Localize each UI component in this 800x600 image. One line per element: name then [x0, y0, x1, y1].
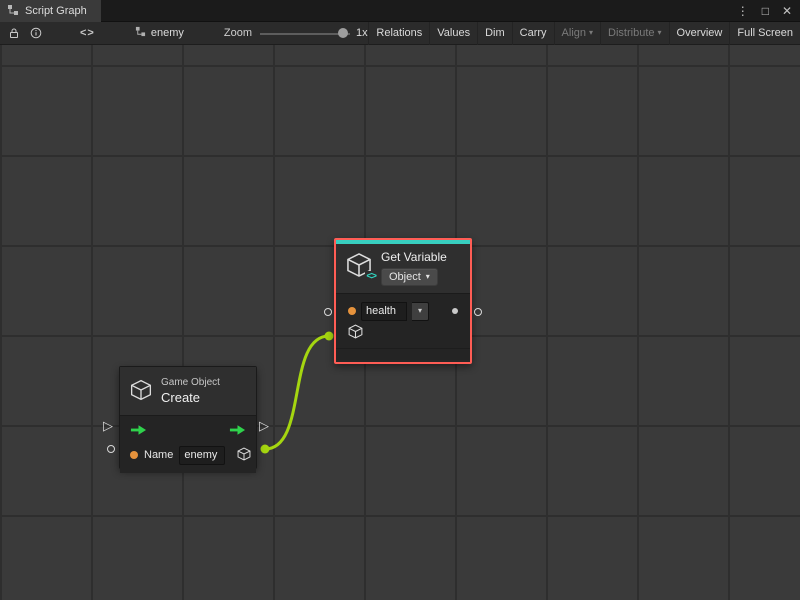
graph-icon	[135, 26, 146, 40]
zoom-value: 1x	[356, 27, 368, 39]
node-create-game-object[interactable]: Game Object Create	[119, 366, 257, 469]
graph-toolbar: <> enemy Zoom 1x Relations Values Dim Ca…	[0, 22, 800, 45]
flow-input-port[interactable]: ▷	[103, 419, 113, 433]
tab-title: Script Graph	[25, 5, 87, 17]
edit-code-icon[interactable]: <>	[80, 22, 95, 45]
chevron-down-icon: ▾	[658, 29, 662, 37]
node-title: Create	[161, 390, 220, 405]
node-title: Get Variable	[381, 250, 447, 264]
object-input-row	[336, 322, 470, 344]
zoom-slider-handle[interactable]	[338, 28, 348, 38]
variable-cube-icon: <>	[346, 252, 372, 278]
graph-name: enemy	[151, 27, 184, 39]
connection-wire[interactable]	[265, 336, 329, 449]
chevron-down-icon: ▾	[426, 273, 430, 281]
graph-canvas[interactable]: <> Get Variable Object ▾ ▾	[0, 45, 800, 600]
flow-in-arrow-icon[interactable]	[130, 424, 147, 439]
window-menu-icon[interactable]: ⋮	[737, 4, 749, 18]
variable-name-dropdown[interactable]: ▾	[412, 302, 429, 321]
overview-button[interactable]: Overview	[669, 22, 730, 45]
game-object-cube-icon	[237, 447, 251, 464]
distribute-dropdown-button[interactable]: Distribute ▾	[600, 22, 668, 45]
get-variable-input-port[interactable]	[324, 308, 332, 316]
variable-name-input[interactable]	[361, 302, 407, 321]
lock-icon[interactable]	[8, 22, 20, 45]
relations-button[interactable]: Relations	[368, 22, 429, 45]
tab-script-graph[interactable]: Script Graph	[0, 0, 101, 22]
game-object-cube-icon	[130, 379, 152, 404]
zoom-slider-track	[260, 33, 350, 35]
game-object-cube-icon	[348, 324, 363, 342]
name-input-row: Name	[120, 443, 256, 467]
full-screen-button[interactable]: Full Screen	[729, 22, 800, 45]
zoom-label: Zoom	[224, 27, 252, 39]
variable-scope-dropdown[interactable]: Object ▾	[381, 268, 438, 286]
connection-end-port[interactable]	[325, 332, 334, 341]
node-category: Game Object	[161, 377, 220, 388]
get-variable-header[interactable]: <> Get Variable Object ▾	[336, 244, 470, 294]
align-dropdown-button[interactable]: Align ▾	[554, 22, 600, 45]
carry-button[interactable]: Carry	[512, 22, 554, 45]
name-value-port[interactable]	[107, 445, 115, 453]
values-button[interactable]: Values	[429, 22, 477, 45]
flow-output-port[interactable]: ▷	[259, 419, 269, 433]
variable-code-glyph: <>	[365, 271, 377, 282]
window-titlebar: Script Graph ⋮ □ ✕	[0, 0, 800, 22]
name-label: Name	[144, 449, 173, 461]
node-footer	[336, 348, 470, 360]
connection-start-port[interactable]	[261, 445, 270, 454]
close-icon[interactable]: ✕	[782, 4, 792, 18]
flow-out-arrow-icon[interactable]	[229, 424, 246, 439]
info-icon[interactable]	[30, 22, 42, 45]
create-header[interactable]: Game Object Create	[120, 367, 256, 416]
name-input-port[interactable]	[130, 451, 138, 459]
zoom-slider[interactable]	[260, 22, 350, 45]
maximize-icon[interactable]: □	[762, 4, 769, 18]
get-variable-output-port[interactable]	[474, 308, 482, 316]
chevron-down-icon: ▾	[589, 29, 593, 37]
node-get-variable[interactable]: <> Get Variable Object ▾ ▾	[334, 238, 472, 364]
dim-button[interactable]: Dim	[477, 22, 512, 45]
name-input[interactable]	[179, 446, 225, 465]
graph-breadcrumb[interactable]: enemy	[135, 26, 184, 40]
flow-row	[120, 419, 256, 443]
value-output-port[interactable]	[452, 308, 458, 314]
value-input-port[interactable]	[348, 307, 356, 315]
script-graph-icon	[7, 4, 19, 19]
variable-name-row: ▾	[336, 300, 470, 322]
